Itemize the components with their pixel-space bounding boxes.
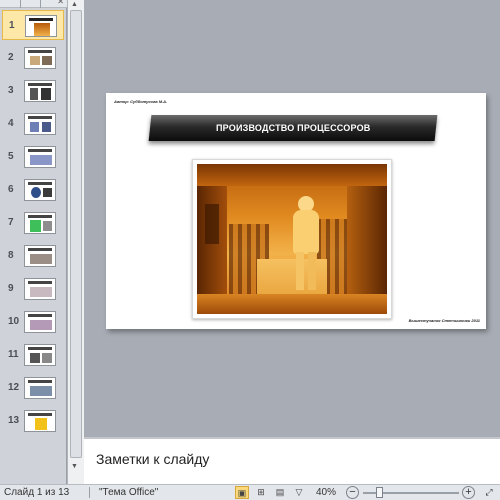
thumbnail-preview xyxy=(24,146,56,168)
cleanroom-photo-image xyxy=(197,164,387,314)
thumbnail-number: 5 xyxy=(8,151,14,162)
thumbnail-slide-3[interactable]: 3 xyxy=(2,76,64,106)
thumbnail-slide-1[interactable]: 1 xyxy=(2,10,64,40)
slide-author-text[interactable]: Автор: Субботусова М.А. xyxy=(114,99,167,104)
thumbnail-preview xyxy=(24,278,56,300)
thumbnail-slide-13[interactable]: 13 xyxy=(2,406,64,436)
thumbnail-preview xyxy=(24,179,56,201)
reading-view-icon[interactable]: ▤ xyxy=(273,486,287,499)
thumbnail-scrollbar[interactable]: ▲ ▼ xyxy=(67,0,84,484)
thumbnail-slide-5[interactable]: 5 xyxy=(2,142,64,172)
notes-placeholder[interactable]: Заметки к слайду xyxy=(96,451,209,467)
theme-indicator[interactable]: "Тема Office" xyxy=(99,487,158,498)
zoom-level[interactable]: 40% xyxy=(316,487,336,498)
slide-title: ПРОИЗВОДСТВО ПРОЦЕССОРОВ xyxy=(215,123,371,133)
scroll-up-icon[interactable]: ▲ xyxy=(71,1,78,8)
zoom-out-button[interactable]: − xyxy=(346,486,359,499)
scroll-down-icon[interactable]: ▼ xyxy=(71,463,78,470)
thumbnail-number: 13 xyxy=(8,415,20,426)
status-divider xyxy=(89,487,90,498)
thumbnail-number: 1 xyxy=(9,20,15,31)
slide-title-banner[interactable]: ПРОИЗВОДСТВО ПРОЦЕССОРОВ xyxy=(148,115,438,141)
thumbnail-preview xyxy=(24,113,56,135)
normal-view-icon[interactable]: ▣ xyxy=(235,486,249,499)
thumbnail-preview xyxy=(24,311,56,333)
thumbnail-slide-4[interactable]: 4 xyxy=(2,109,64,139)
slide-footer-text[interactable]: Вышестучания Степчишники 2011 xyxy=(409,318,480,323)
thumbnail-number: 11 xyxy=(8,349,19,360)
notes-pane[interactable]: Заметки к слайду xyxy=(84,437,500,484)
zoom-slider-handle[interactable] xyxy=(376,487,383,498)
thumbnail-preview xyxy=(24,80,56,102)
thumbnail-preview xyxy=(24,212,56,234)
thumbnail-number: 2 xyxy=(8,52,14,63)
thumbnail-slide-7[interactable]: 7 xyxy=(2,208,64,238)
zoom-in-button[interactable]: + xyxy=(462,486,475,499)
thumbnail-number: 4 xyxy=(8,118,14,129)
thumbnail-preview xyxy=(24,377,56,399)
fit-to-window-icon[interactable]: ⤢ xyxy=(482,486,496,499)
pane-tabs: ✕ xyxy=(0,0,67,8)
thumbnail-number: 12 xyxy=(8,382,20,393)
thumbnail-slide-10[interactable]: 10 xyxy=(2,307,64,337)
slide-position-indicator[interactable]: Слайд 1 из 13 xyxy=(4,487,69,498)
thumbnail-preview xyxy=(24,245,56,267)
thumbnail-slide-2[interactable]: 2 xyxy=(2,43,64,73)
close-icon[interactable]: ✕ xyxy=(57,0,64,7)
thumbnail-slide-11[interactable]: 11 xyxy=(2,340,64,370)
thumbnail-slide-8[interactable]: 8 xyxy=(2,241,64,271)
slide-editing-area: Автор: Субботусова М.А. ПРОИЗВОДСТВО ПРО… xyxy=(84,0,500,437)
thumbnail-slide-12[interactable]: 12 xyxy=(2,373,64,403)
thumbnail-preview xyxy=(24,344,56,366)
thumbnail-preview xyxy=(24,410,56,432)
thumbnail-slide-6[interactable]: 6 xyxy=(2,175,64,205)
thumbnail-preview xyxy=(24,47,56,69)
tab-divider xyxy=(20,0,21,8)
thumbnail-number: 8 xyxy=(8,250,14,261)
thumbnail-number: 9 xyxy=(8,283,14,294)
thumbnail-number: 7 xyxy=(8,217,14,228)
thumbnail-number: 6 xyxy=(8,184,14,195)
current-slide[interactable]: Автор: Субботусова М.А. ПРОИЗВОДСТВО ПРО… xyxy=(106,93,486,329)
cleanroom-photo[interactable] xyxy=(192,159,392,319)
slide-sorter-icon[interactable]: ⊞ xyxy=(254,486,268,499)
thumbnail-preview xyxy=(25,15,57,37)
thumbnail-number: 10 xyxy=(8,316,20,327)
status-bar: Слайд 1 из 13 "Тема Office" ▣ ⊞ ▤ ▽ 40% … xyxy=(0,484,500,500)
scrollbar-thumb[interactable] xyxy=(70,10,82,458)
tab-divider xyxy=(40,0,41,8)
slides-thumbnail-pane: ✕ 1 2 3 4 5 6 7 8 9 10 11 12 13 xyxy=(0,0,67,484)
thumbnail-number: 3 xyxy=(8,85,14,96)
thumbnail-slide-9[interactable]: 9 xyxy=(2,274,64,304)
slideshow-icon[interactable]: ▽ xyxy=(292,486,306,499)
